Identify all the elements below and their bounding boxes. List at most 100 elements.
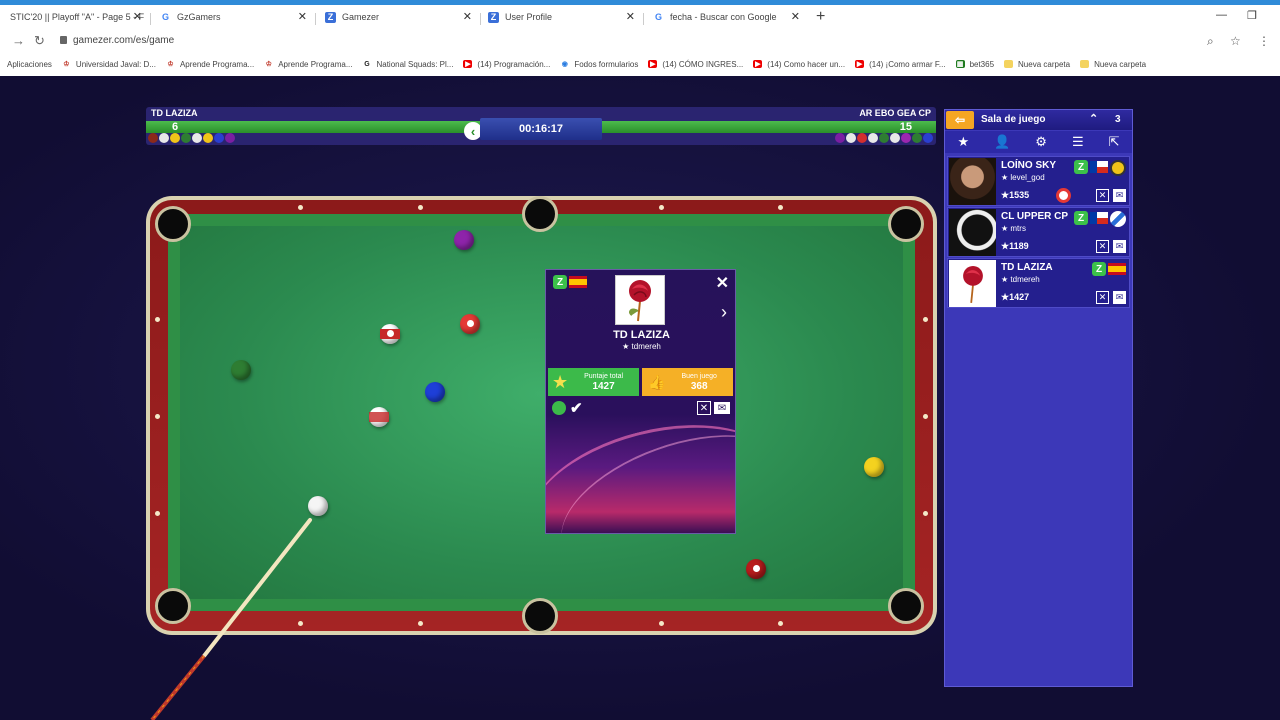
bookmark[interactable]: ▶ (14) Programación...	[463, 60, 550, 69]
bookmark[interactable]: ▶ (14) ¡Como armar F...	[855, 60, 946, 69]
close-icon[interactable]: ✕	[626, 10, 635, 23]
avatar	[949, 209, 996, 256]
bookmark[interactable]: ♔ Aprende Programa...	[264, 60, 353, 69]
player-row[interactable]: LOÍNO SKY ★ level_god ★1535 Z ✕ ✉	[947, 156, 1130, 206]
tab-title: Gamezer	[342, 12, 380, 22]
forms-icon: ◉	[561, 61, 568, 68]
star-icon: ★	[552, 371, 569, 392]
pocket	[888, 206, 924, 242]
right-ball-rack	[835, 133, 934, 143]
back-arrow-icon[interactable]: ⇦	[946, 111, 974, 129]
minimize-icon[interactable]: —	[1216, 9, 1227, 21]
player-name: CL UPPER CP	[1001, 211, 1069, 222]
popup-badges: Z	[553, 275, 587, 289]
rose-icon	[962, 265, 983, 303]
gamezer-badge-icon: Z	[1092, 262, 1106, 276]
close-icon[interactable]: ✕	[716, 273, 729, 293]
diamond-marker	[659, 621, 664, 626]
popup-player-name: TD LAZIZA	[613, 329, 670, 341]
user-icon[interactable]: 👤	[994, 134, 1010, 150]
university-icon: ♔	[265, 61, 272, 68]
url-text: gamezer.com/es/game	[73, 35, 175, 46]
player-row[interactable]: TD LAZIZA ★ tdmereh ★1427 Z ✕ ✉	[947, 258, 1130, 308]
player-profile-popup: Z ✕ › TD LAZIZA ★ tdmereh ★ Puntaje tota…	[545, 269, 736, 534]
google-icon: G	[161, 12, 169, 22]
tab-user-profile[interactable]: Z User Profile ✕	[478, 5, 643, 29]
restore-icon[interactable]: ❐	[1247, 9, 1257, 22]
checkmark-icon[interactable]: ✔	[570, 399, 583, 417]
bookmark[interactable]: ▦ bet365	[955, 60, 994, 69]
left-score: 6	[172, 121, 179, 133]
bookmark-folder[interactable]: Nueva carpeta	[1004, 60, 1070, 69]
menu-icon[interactable]: ⋮	[1258, 34, 1270, 48]
ball-red-stripe	[380, 324, 400, 344]
game-area: TD LAZIZA AR EBO GEA CP 6 15 ‹ 00:16:17	[0, 76, 1280, 720]
bookmark[interactable]: ♔ Aprende Programa...	[166, 60, 254, 69]
player-score: ★1535	[1001, 190, 1030, 200]
diamond-marker	[418, 621, 423, 626]
gear-icon[interactable]: ⚙	[1035, 134, 1047, 150]
block-icon[interactable]: ✕	[1096, 189, 1109, 202]
close-icon[interactable]: ✕	[298, 10, 307, 23]
panel-toolbar: ★ 👤 ⚙ ☰ ⇱	[945, 131, 1132, 153]
tab-title: GzGamers	[177, 12, 221, 22]
mail-icon[interactable]: ✉	[714, 402, 730, 414]
diamond-marker	[659, 205, 664, 210]
left-ball-rack	[148, 133, 236, 143]
cue-stick[interactable]	[140, 516, 320, 720]
block-icon[interactable]: ✕	[1096, 291, 1109, 304]
total-score-box: ★ Puntaje total 1427	[548, 368, 639, 396]
block-icon[interactable]: ✕	[1096, 240, 1109, 253]
tab-stic[interactable]: STIC'20 || Playoff "A" - Page 5 - F ✕	[0, 5, 150, 29]
tab-gamezer[interactable]: Z Gamezer ✕	[315, 5, 480, 29]
ball-dark-red	[746, 559, 766, 579]
player-badges: Z	[1074, 160, 1126, 176]
close-icon[interactable]: ✕	[791, 10, 800, 23]
player-badges: Z	[1074, 211, 1126, 227]
list-icon[interactable]: ☰	[1072, 134, 1084, 150]
close-icon[interactable]: ✕	[133, 10, 142, 23]
player-score: ★1427	[1001, 292, 1030, 302]
zoom-icon[interactable]: ⌕	[1207, 34, 1214, 49]
bookmark[interactable]: ◉ Fodos formularios	[560, 60, 639, 69]
tab-google-search[interactable]: G fecha - Buscar con Google ✕	[643, 5, 808, 29]
forward-icon[interactable]: →	[12, 33, 25, 48]
star-icon[interactable]: ☆	[1230, 34, 1241, 48]
cue-ball[interactable]	[308, 496, 328, 516]
popout-icon[interactable]: ⇱	[1109, 134, 1120, 150]
tab-title: STIC'20 || Playoff "A" - Page 5 - F	[10, 12, 145, 22]
mail-icon[interactable]: ✉	[1113, 189, 1126, 202]
good-game-box[interactable]: 👍 Buen juego 368	[642, 368, 733, 396]
chevron-up-icon[interactable]: ⌃	[1089, 112, 1098, 125]
bookmark[interactable]: G National Squads: Pl...	[362, 60, 453, 69]
mail-icon[interactable]: ✉	[1113, 291, 1126, 304]
badge-icon	[1110, 211, 1126, 227]
nav-bar: → ↻ gamezer.com/es/game ⌕ ☆ ⋮	[0, 30, 1280, 54]
mail-icon[interactable]: ✉	[1113, 240, 1126, 253]
chile-flag-icon	[1090, 161, 1108, 173]
avatar	[949, 260, 996, 307]
score-bar: TD LAZIZA AR EBO GEA CP 6 15 ‹ 00:16:17	[146, 107, 936, 145]
bookmark[interactable]: ▶ (14) CÓMO INGRES...	[648, 60, 743, 69]
bookmark-folder[interactable]: Nueva carpeta	[1080, 60, 1146, 69]
diamond-marker	[418, 205, 423, 210]
google-icon: G	[364, 60, 370, 68]
bookmark-apps[interactable]: Aplicaciones	[7, 60, 52, 69]
clock-icon	[1110, 160, 1126, 176]
block-icon[interactable]: ✕	[697, 401, 711, 415]
close-icon[interactable]: ✕	[463, 10, 472, 23]
bookmark[interactable]: ▶ (14) Como hacer un...	[753, 60, 845, 69]
ball-red	[460, 314, 480, 334]
new-tab-button[interactable]: +	[816, 8, 825, 26]
chevron-right-icon[interactable]: ›	[721, 302, 727, 323]
player-row[interactable]: CL UPPER CP ★ mtrs ★1189 Z ✕ ✉	[947, 207, 1130, 257]
gamezer-icon: Z	[488, 11, 499, 23]
ball-red-stripe	[369, 407, 389, 427]
address-bar[interactable]: gamezer.com/es/game	[60, 35, 174, 46]
diamond-marker	[923, 414, 928, 419]
bookmark[interactable]: ♔ Universidad Javal: D...	[62, 60, 156, 69]
star-icon[interactable]: ★	[957, 134, 969, 150]
tab-title: User Profile	[505, 12, 553, 22]
tab-gzgamers[interactable]: G GzGamers ✕	[150, 5, 315, 29]
reload-icon[interactable]: ↻	[34, 33, 45, 49]
